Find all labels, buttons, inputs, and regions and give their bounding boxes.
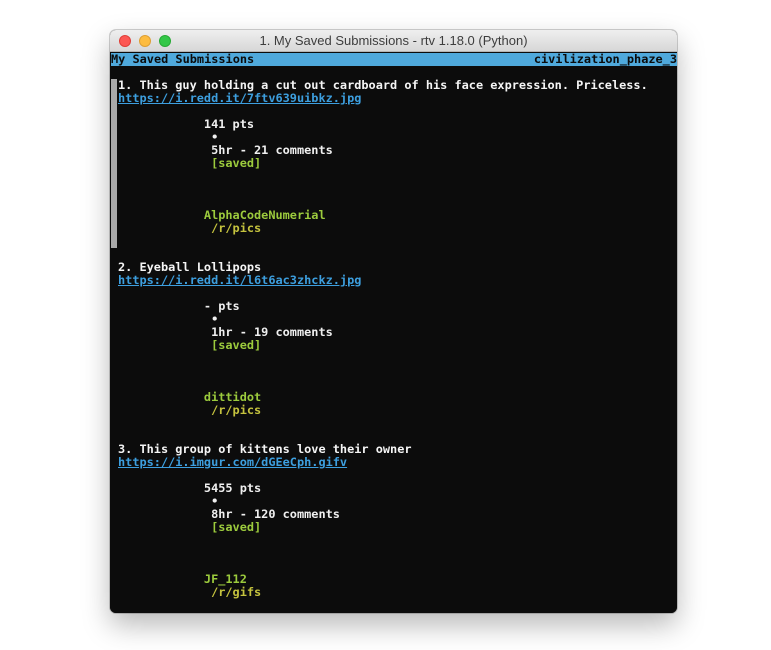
- age-comments-label: 5hr - 21 comments: [211, 143, 333, 157]
- submission-stats: 141 pts • 5hr - 21 comments [saved]: [118, 105, 677, 196]
- subreddit-link[interactable]: /r/pics: [211, 221, 261, 235]
- submission-byline: dittidot /r/pics: [118, 378, 677, 430]
- submission-item[interactable]: 3. This group of kittens love their owne…: [111, 443, 677, 612]
- submission-stats: - pts • 1hr - 19 comments [saved]: [118, 287, 677, 378]
- subreddit-link[interactable]: /r/gifs: [211, 585, 261, 599]
- saved-badge: [saved]: [211, 156, 261, 170]
- logged-in-username: civilization_phaze_3: [534, 53, 677, 66]
- submission-item[interactable]: 2. Eyeball Lollipops https://i.redd.it/l…: [111, 261, 677, 430]
- submission-list: 1. This guy holding a cut out cardboard …: [111, 79, 677, 613]
- age-comments-label: 8hr - 120 comments: [211, 507, 340, 521]
- minimize-window-button[interactable]: [139, 35, 151, 47]
- saved-badge: [saved]: [211, 338, 261, 352]
- close-window-button[interactable]: [119, 35, 131, 47]
- submission-url-link[interactable]: https://i.redd.it/7ftv639uibkz.jpg: [118, 92, 677, 105]
- stats-separator: •: [211, 312, 218, 326]
- page-title: My Saved Submissions: [111, 53, 254, 66]
- page-header-bar: My Saved Submissions civilization_phaze_…: [111, 53, 677, 66]
- age-comments-label: 1hr - 19 comments: [211, 325, 333, 339]
- points-label: - pts: [204, 299, 240, 313]
- submission-stats: 5455 pts • 8hr - 120 comments [saved]: [118, 469, 677, 560]
- stats-separator: •: [211, 130, 218, 144]
- author-link[interactable]: AlphaCodeNumerial: [204, 208, 326, 222]
- window-titlebar[interactable]: 1. My Saved Submissions - rtv 1.18.0 (Py…: [110, 30, 677, 52]
- window-controls: [119, 35, 171, 47]
- submission-url-link[interactable]: https://i.redd.it/l6t6ac3zhckz.jpg: [118, 274, 677, 287]
- app-window: 1. My Saved Submissions - rtv 1.18.0 (Py…: [110, 30, 677, 613]
- submission-byline: AlphaCodeNumerial /r/pics: [118, 196, 677, 248]
- subreddit-link[interactable]: /r/pics: [211, 403, 261, 417]
- author-link[interactable]: dittidot: [204, 390, 261, 404]
- submission-item[interactable]: 1. This guy holding a cut out cardboard …: [111, 79, 677, 248]
- points-label: 141 pts: [204, 117, 254, 131]
- submission-byline: JF_112 /r/gifs: [118, 560, 677, 612]
- window-title: 1. My Saved Submissions - rtv 1.18.0 (Py…: [110, 30, 677, 51]
- zoom-window-button[interactable]: [159, 35, 171, 47]
- terminal-screen: My Saved Submissions civilization_phaze_…: [110, 52, 677, 613]
- saved-badge: [saved]: [211, 520, 261, 534]
- author-link[interactable]: JF_112: [204, 572, 247, 586]
- submission-url-link[interactable]: https://i.imgur.com/dGEeCph.gifv: [118, 456, 677, 469]
- points-label: 5455 pts: [204, 481, 261, 495]
- stats-separator: •: [211, 494, 218, 508]
